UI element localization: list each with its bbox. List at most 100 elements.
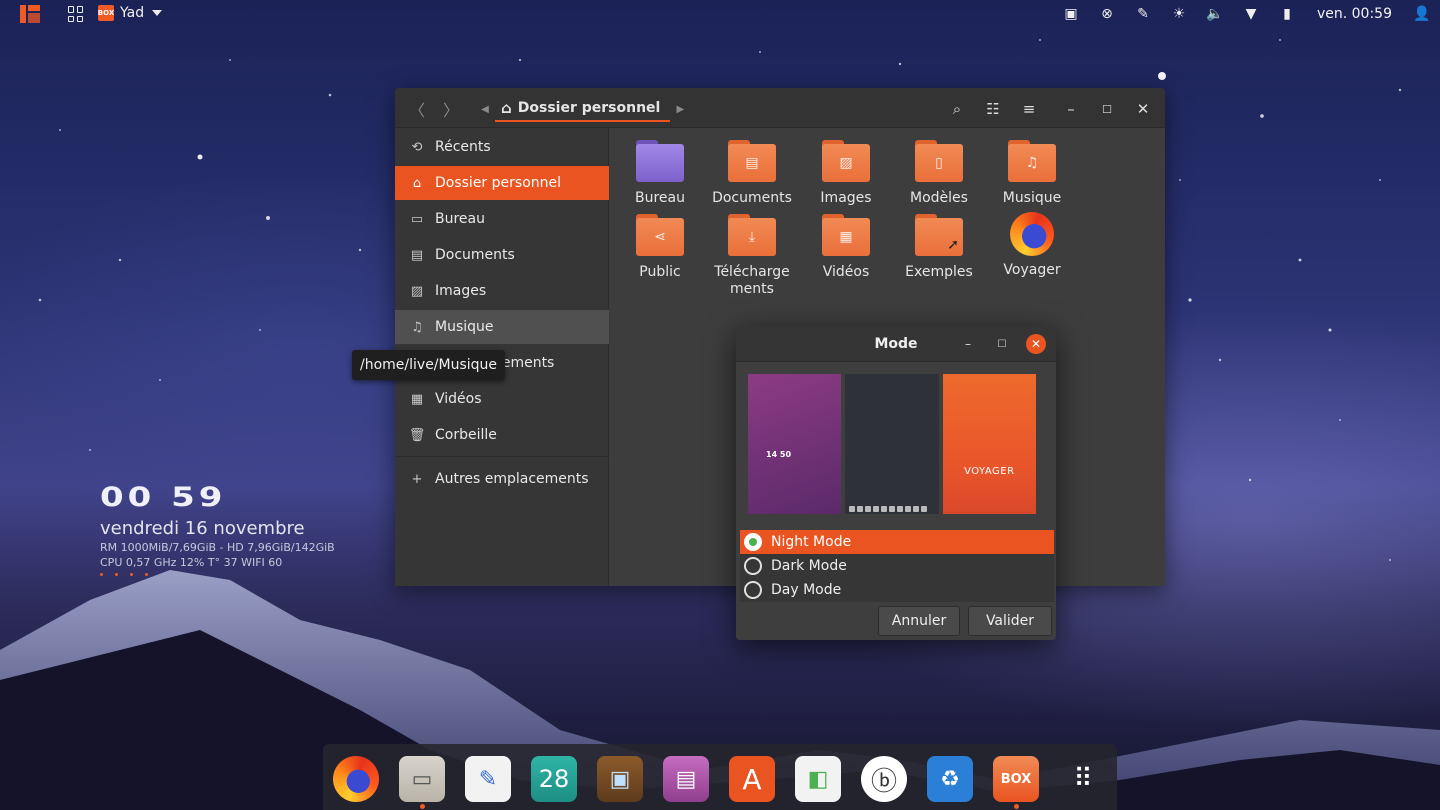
minimize-icon[interactable]: – [1057,96,1085,122]
recycle-icon[interactable]: ♻ [927,756,973,802]
gamepad-icon[interactable]: ⊗ [1089,0,1125,28]
search-icon[interactable]: ⌕ [943,96,971,122]
close-icon[interactable]: ✕ [1026,334,1046,354]
night-mode-preview: 14 50 [748,374,842,514]
path-right-arrow-icon[interactable]: ▶ [670,104,690,115]
music-folder-icon: ♫ [1008,140,1056,182]
mode-dialog: Mode – ☐ ✕ 14 50 VOYAGER Night Mode Dark… [736,326,1056,640]
file-item-exemples[interactable]: ➚ Exemples [894,214,984,281]
sidebar-item-music[interactable]: ♫ Musique [395,310,609,344]
option-day-mode[interactable]: Day Mode [740,578,1054,602]
path-tooltip: /home/live/Musique [352,350,506,380]
sidebar-item-label: Vidéos [435,391,482,407]
close-icon[interactable]: ✕ [1129,96,1157,122]
video-player-icon[interactable]: ▤ [663,756,709,802]
file-item-label: Images [820,190,872,206]
sidebar-item-images[interactable]: ▨ Images [395,274,609,308]
minimize-icon[interactable]: – [958,334,978,354]
cancel-button[interactable]: Annuler [878,606,960,636]
home-icon: ⌂ [412,175,422,191]
box-icon[interactable]: BOX [993,756,1039,802]
radio-icon [744,581,762,599]
caret-down-icon [152,10,163,16]
file-item-telechargements[interactable]: ⤓ Télécharge ments [707,214,797,298]
app-store-icon[interactable]: A [729,756,775,802]
sidebar-item-trash[interactable]: 🗑 Corbeille [395,418,609,452]
app-menu[interactable]: BOX Yad [98,5,163,21]
running-indicator [1014,804,1019,809]
sidebar-item-videos[interactable]: ▦ Vidéos [395,382,609,416]
breadcrumb-label: Dossier personnel [517,100,661,116]
running-indicator [420,804,425,809]
wifi-icon[interactable]: ▼ [1233,0,1269,28]
conky-date: vendredi 16 novembre [100,518,305,539]
file-item-label: Bureau [635,190,685,206]
file-item-label: Exemples [905,264,973,280]
file-item-images[interactable]: ▨ Images [801,140,891,207]
workspace-grid-icon[interactable] [68,6,84,22]
battery-icon[interactable]: ▮ [1269,0,1305,28]
terminal-icon[interactable]: ▣ [1053,0,1089,28]
firefox-icon[interactable] [333,756,379,802]
panel-clock[interactable]: ven. 00:59 [1305,6,1404,22]
file-item-public[interactable]: ⋖ Public [615,214,705,281]
breadcrumb-home[interactable]: ⌂ Dossier personnel [495,96,671,122]
option-dark-mode[interactable]: Dark Mode [740,554,1054,578]
list-view-icon[interactable]: ☷ [979,96,1007,122]
file-item-label: Voyager [1003,262,1061,278]
file-item-voyager[interactable]: Voyager [987,212,1077,279]
brightness-icon[interactable]: ☀ [1161,0,1197,28]
sidebar-item-home[interactable]: ⌂ Dossier personnel [395,166,609,200]
conky-widget: 00 59 vendredi 16 novembre RM 1000MiB/7,… [100,482,335,576]
file-item-label: Vidéos [822,264,870,280]
images-folder-icon: ▨ [822,140,870,182]
radio-selected-icon [744,533,762,551]
pen-icon[interactable]: ✎ [1125,0,1161,28]
sidebar-item-documents[interactable]: ▤ Documents [395,238,609,272]
sidebar-item-label: Musique [435,319,494,335]
back-icon[interactable]: 〈 [403,98,431,120]
user-icon[interactable]: 👤 [1404,0,1440,28]
file-item-videos[interactable]: ▦ Vidéos [801,214,891,281]
conky-memory: RM 1000MiB/7,69GiB - HD 7,96GiB/142GiB [100,541,335,554]
volume-icon[interactable]: 🔈 [1197,0,1233,28]
image-icon: ▨ [410,283,424,299]
file-item-bureau[interactable]: Bureau [615,140,705,207]
tv-icon[interactable]: ▣ [597,756,643,802]
file-item-modeles[interactable]: ▯ Modèles [894,140,984,207]
files-icon[interactable]: ▭ [399,756,445,802]
sidebar-item-desktop[interactable]: ▭ Bureau [395,202,609,236]
ok-button[interactable]: Valider [968,606,1052,636]
sidebar-item-recent[interactable]: ⟲ Récents [395,130,609,164]
share-folder-icon: ⋖ [636,214,684,256]
option-label: Night Mode [771,534,852,550]
file-item-label: Documents [712,190,792,206]
maximize-icon[interactable]: ☐ [992,334,1012,354]
maximize-icon[interactable]: ☐ [1093,96,1121,122]
file-item-documents[interactable]: ▤ Documents [707,140,797,207]
sidebar-item-label: Autres emplacements [435,471,589,487]
video-folder-icon: ▦ [822,214,870,256]
calendar-icon[interactable]: 28 [531,756,577,802]
file-item-label: Public [639,264,681,280]
activities-logo-icon[interactable] [20,5,40,23]
option-label: Day Mode [771,582,842,598]
download-folder-icon: ⤓ [728,214,776,256]
forward-icon[interactable]: 〉 [437,98,465,120]
settings-toggle-icon[interactable]: ◧ [795,756,841,802]
path-left-arrow-icon[interactable]: ◀ [475,104,495,115]
firefox-icon [1010,212,1054,256]
music-icon: ♫ [411,319,423,335]
app-grid-icon[interactable]: ⠿ [1059,756,1105,802]
sidebar-item-other-locations[interactable]: + Autres emplacements [395,462,609,496]
text-editor-icon[interactable]: ✎ [465,756,511,802]
preview-dock [849,506,928,512]
file-item-label-line2: ments [730,281,774,297]
menu-icon[interactable]: ≡ [1015,96,1043,122]
option-night-mode[interactable]: Night Mode [740,530,1054,554]
file-item-musique[interactable]: ♫ Musique [987,140,1077,207]
mode-options-list: Night Mode Dark Mode Day Mode [740,530,1054,602]
file-item-label: Télécharge [714,264,790,280]
browser-b-icon[interactable]: ⓑ [861,756,907,802]
sidebar-item-label: Bureau [435,211,485,227]
